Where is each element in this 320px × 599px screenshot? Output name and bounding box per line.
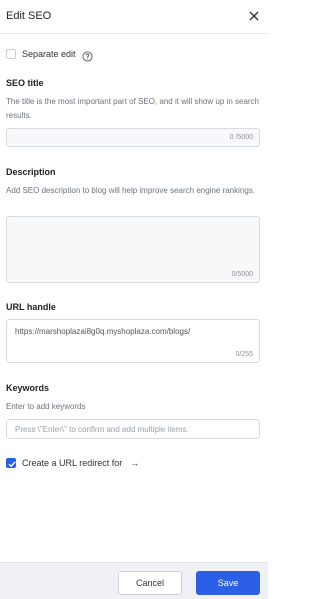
description-textarea[interactable]: 0/5000 (6, 216, 260, 283)
keywords-input[interactable]: Press \"Enter\" to confirm and add multi… (6, 419, 260, 439)
help-circle-icon-glyph (81, 50, 93, 62)
close-icon-glyph (249, 11, 259, 21)
separate-edit-checkbox[interactable] (6, 49, 16, 59)
close-icon[interactable] (246, 8, 262, 24)
url-redirect-row: Create a URL redirect for → (6, 457, 139, 469)
panel-header: Edit SEO (0, 0, 268, 34)
panel-footer: Cancel Save (0, 562, 268, 599)
keywords-placeholder: Press \"Enter\" to confirm and add multi… (15, 425, 189, 434)
edit-seo-panel: Edit SEO Separate edit SEO title The tit… (0, 0, 268, 599)
save-button[interactable]: Save (196, 571, 260, 595)
cancel-button[interactable]: Cancel (118, 571, 182, 595)
arrow-right-icon: → (130, 458, 140, 468)
url-handle-value: https://marshoplazai8g0q.myshoplaza.com/… (15, 327, 191, 336)
seo-title-description: The title is the most important part of … (6, 97, 259, 120)
description-counter: 0/5000 (231, 271, 253, 278)
url-handle-heading: URL handle (6, 302, 56, 312)
url-handle-input[interactable]: https://marshoplazai8g0q.myshoplaza.com/… (6, 319, 260, 363)
keywords-description: Enter to add keywords (6, 402, 86, 411)
separate-edit-label: Separate edit (22, 49, 76, 59)
seo-title-input[interactable]: 0 /5000 (6, 128, 260, 147)
description-help: Add SEO description to blog will help im… (6, 186, 256, 195)
keywords-heading: Keywords (6, 383, 50, 393)
url-redirect-checkbox[interactable] (6, 458, 16, 468)
seo-title-counter: 0 /5000 (229, 134, 253, 141)
description-heading: Description (6, 167, 56, 177)
seo-title-heading: SEO title (6, 78, 44, 88)
url-handle-counter: 0/255 (235, 351, 253, 358)
separate-edit-row: Separate edit (6, 47, 93, 62)
checkmark-icon (8, 461, 16, 468)
help-circle-icon[interactable] (81, 49, 93, 62)
url-redirect-label: Create a URL redirect for (22, 458, 123, 468)
page-title: Edit SEO (6, 10, 52, 22)
